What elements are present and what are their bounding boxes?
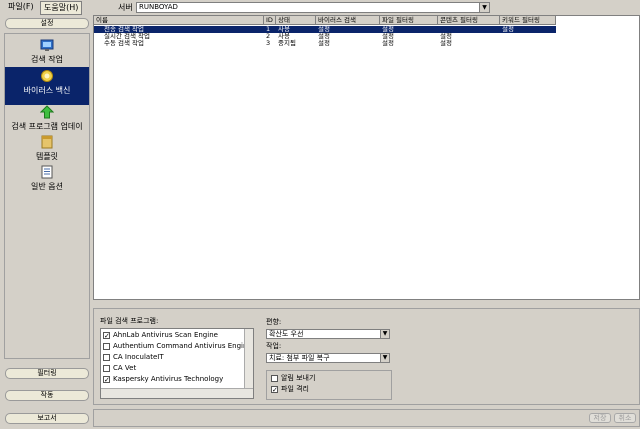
send-alert-option[interactable]: 알림 보내기: [271, 373, 389, 384]
quarantine-label: 파일 격리: [281, 385, 309, 393]
file-menu[interactable]: 파일(F): [5, 1, 37, 13]
horizontal-scrollbar[interactable]: [101, 388, 253, 398]
engine-name: Authentium Command Antivirus Engine: [113, 342, 245, 350]
document-icon: [41, 165, 53, 179]
engine-checkbox[interactable]: [103, 353, 110, 361]
engine-checkbox[interactable]: [103, 364, 110, 372]
engine-checkbox[interactable]: ✓: [103, 331, 110, 339]
engine-name: CA Vet: [113, 364, 137, 372]
scan-task-list: 이름 ID 상태 바이러스 검색 파일 필터링 콘텐츠 필터링 키워드 필터링 …: [93, 15, 640, 300]
column-header-content-filter[interactable]: 콘텐츠 필터링: [438, 16, 500, 25]
cell-id: 3: [266, 39, 271, 47]
cell-virus: 설정: [318, 39, 330, 47]
nav-item-general-options[interactable]: 일반 옵션: [5, 163, 89, 201]
server-value: RUNBOYAD: [139, 3, 178, 11]
options-group: 알림 보내기 ✓ 파일 격리: [266, 370, 392, 400]
settings-section-button[interactable]: 설정: [5, 18, 89, 29]
cell-keyword: 설정: [502, 25, 514, 33]
vertical-scrollbar[interactable]: [244, 329, 253, 389]
chevron-down-icon[interactable]: ▼: [380, 354, 389, 362]
cancel-button[interactable]: 취소: [614, 413, 636, 423]
engine-item[interactable]: CA InoculateIT: [103, 352, 245, 363]
update-arrow-icon: [40, 105, 54, 119]
cell-content: 설정: [440, 39, 452, 47]
column-header-name[interactable]: 이름: [94, 16, 264, 25]
column-header-status[interactable]: 상태: [276, 16, 316, 25]
save-button[interactable]: 저장: [589, 413, 611, 423]
chevron-down-icon[interactable]: ▼: [380, 330, 389, 338]
engine-name: Kaspersky Antivirus Technology: [113, 375, 224, 383]
antivirus-settings-panel: 파일 검색 프로그램: ✓ AhnLab Antivirus Scan Engin…: [93, 308, 640, 405]
report-section-button[interactable]: 보고서: [5, 413, 89, 424]
list-header: 이름 ID 상태 바이러스 검색 파일 필터링 콘텐츠 필터링 키워드 필터링: [94, 16, 639, 25]
column-header-virus-scan[interactable]: 바이러스 검색: [316, 16, 380, 25]
footer-bar: 저장 취소: [93, 409, 640, 427]
engine-item[interactable]: ✓ Kaspersky Antivirus Technology: [103, 374, 245, 385]
quarantine-option[interactable]: ✓ 파일 격리: [271, 384, 389, 395]
nav-label: 바이러스 백신: [23, 86, 71, 95]
engine-name: CA InoculateIT: [113, 353, 164, 361]
cell-file: 설정: [382, 39, 394, 47]
scan-task-icon: [40, 39, 54, 51]
engine-checklist: ✓ AhnLab Antivirus Scan Engine Authentium…: [100, 328, 254, 399]
engine-item[interactable]: ✓ AhnLab Antivirus Scan Engine: [103, 330, 245, 341]
quarantine-checkbox[interactable]: ✓: [271, 385, 278, 393]
template-icon: [41, 135, 53, 149]
settings-nav-list: 검색 작업 바이러스 백신 검색 프로그램 업데이 템플릿 일반 옵션: [4, 33, 90, 359]
engine-item[interactable]: CA Vet: [103, 363, 245, 374]
nav-label: 검색 프로그램 업데이: [11, 122, 83, 131]
action-label: 작업:: [266, 342, 282, 350]
action-section-button[interactable]: 작동: [5, 390, 89, 401]
chevron-down-icon[interactable]: ▼: [479, 3, 489, 12]
menubar: 파일(F) 도움말(H): [0, 0, 90, 15]
antivirus-icon: [41, 70, 53, 82]
nav-label: 일반 옵션: [31, 182, 63, 191]
engine-checkbox[interactable]: [103, 342, 110, 350]
send-alert-label: 알림 보내기: [281, 374, 316, 382]
engine-checkbox[interactable]: ✓: [103, 375, 110, 383]
nav-item-antivirus[interactable]: 바이러스 백신: [5, 67, 89, 105]
action-value: 치료: 첨부 파일 복구: [269, 354, 330, 362]
cell-status: 중지됨: [278, 39, 296, 47]
column-header-file-filter[interactable]: 파일 필터링: [380, 16, 438, 25]
nav-label: 템플릿: [35, 152, 59, 161]
engine-item[interactable]: Authentium Command Antivirus Engine: [103, 341, 245, 352]
filter-section-button[interactable]: 필터링: [5, 368, 89, 379]
column-header-keyword-filter[interactable]: 키워드 필터링: [500, 16, 556, 25]
bias-label: 편향:: [266, 318, 282, 326]
engine-name: AhnLab Antivirus Scan Engine: [113, 331, 218, 339]
send-alert-checkbox[interactable]: [271, 374, 278, 382]
bias-value: 확산도 우선: [269, 330, 304, 338]
table-row[interactable]: 수동 검색 작업 3 중지됨 설정 설정 설정: [94, 40, 556, 47]
engines-label: 파일 검색 프로그램:: [100, 317, 159, 325]
server-label: 서버: [118, 3, 133, 12]
action-select[interactable]: 치료: 첨부 파일 복구 ▼: [266, 353, 390, 363]
column-header-id[interactable]: ID: [264, 16, 276, 25]
nav-label: 검색 작업: [31, 55, 63, 64]
cell-name: 수동 검색 작업: [104, 39, 145, 47]
bias-select[interactable]: 확산도 우선 ▼: [266, 329, 390, 339]
help-menu[interactable]: 도움말(H): [40, 1, 83, 15]
server-select[interactable]: RUNBOYAD ▼: [136, 2, 490, 13]
